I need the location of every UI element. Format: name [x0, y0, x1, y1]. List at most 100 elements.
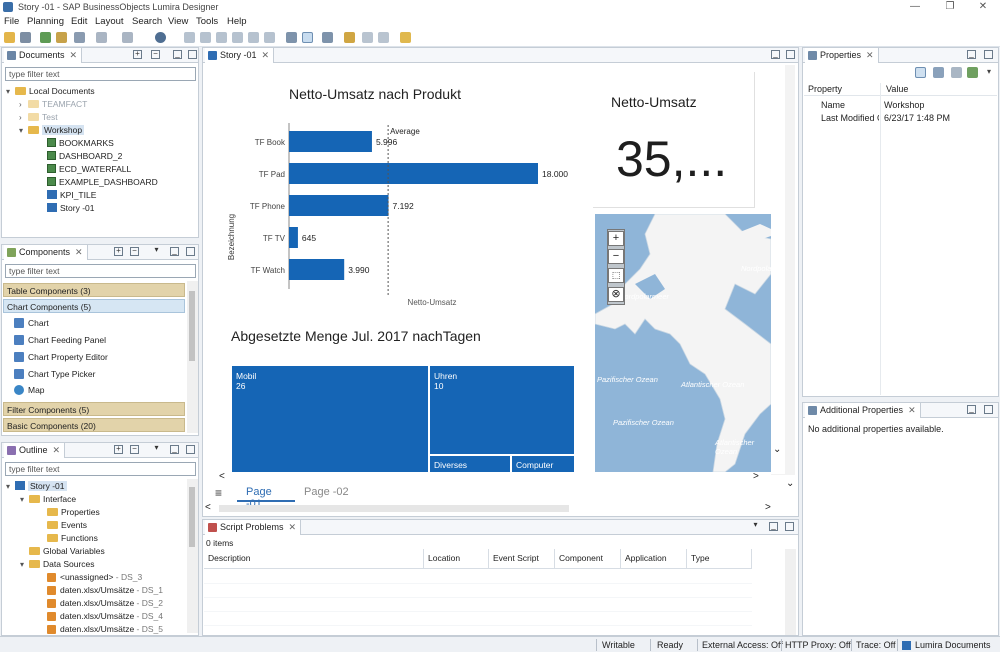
treemap-tile[interactable]: Uhren 10: [430, 366, 574, 454]
tree-doc-dashboard2[interactable]: DASHBOARD_2: [47, 150, 122, 162]
view-menu-icon[interactable]: ▾: [152, 444, 161, 454]
tree-folder-test[interactable]: › Test: [19, 111, 58, 123]
page-tab-02[interactable]: Page -02: [300, 484, 360, 502]
column-event-script[interactable]: Event Script: [489, 549, 555, 569]
components-scrollbar[interactable]: [187, 281, 198, 433]
group-chart-components[interactable]: Chart Components (5): [3, 299, 185, 313]
tab-additional-properties[interactable]: Additional Properties ✕: [805, 403, 921, 418]
scroll-right-icon[interactable]: >: [753, 471, 759, 482]
save-icon[interactable]: [20, 32, 31, 43]
outline-properties[interactable]: Properties: [47, 506, 100, 518]
scroll-right-icon[interactable]: >: [765, 502, 771, 513]
restore-default-icon[interactable]: [967, 67, 978, 78]
group-filter-components[interactable]: Filter Components (5): [3, 402, 185, 416]
status-lumira-documents[interactable]: Lumira Documents: [915, 640, 991, 650]
collapse-icon[interactable]: −: [130, 445, 139, 454]
treemap-tile[interactable]: Diverses: [430, 456, 510, 472]
maximize-view-icon[interactable]: [984, 405, 993, 414]
menu-tools[interactable]: Tools: [196, 16, 218, 27]
zoom-in-icon[interactable]: +: [608, 231, 624, 246]
menu-file[interactable]: File: [4, 16, 19, 27]
outline-scrollbar[interactable]: [187, 479, 198, 633]
component-chart-type-picker[interactable]: Chart Type Picker: [14, 369, 95, 379]
restore-icon[interactable]: ❐: [935, 0, 965, 14]
column-application[interactable]: Application: [621, 549, 687, 569]
bar[interactable]: [289, 163, 538, 184]
maximize-view-icon[interactable]: [186, 247, 195, 256]
bar[interactable]: [289, 227, 298, 248]
editor-h-scrollbar[interactable]: < >: [205, 502, 771, 515]
view-menu-icon[interactable]: ▾: [987, 67, 998, 78]
tab-properties[interactable]: Properties ✕: [805, 48, 879, 63]
minimize-view-icon[interactable]: _: [170, 247, 179, 256]
run-icon[interactable]: [155, 32, 166, 43]
data-icon[interactable]: [40, 32, 51, 43]
page-scroll-down-icon[interactable]: ⌄: [786, 478, 794, 489]
advanced-icon[interactable]: [933, 67, 944, 78]
group-basic-components[interactable]: Basic Components (20): [3, 418, 185, 432]
tab-story-01[interactable]: Story -01 ✕: [205, 48, 275, 63]
close-icon[interactable]: ✕: [968, 0, 998, 14]
filter-icon[interactable]: [951, 67, 962, 78]
maximize-view-icon[interactable]: [186, 445, 195, 454]
close-icon[interactable]: ✕: [866, 50, 874, 60]
column-type[interactable]: Type: [687, 549, 752, 569]
undo-icon[interactable]: [96, 32, 107, 43]
page-tab-01[interactable]: Page -01: [237, 484, 295, 510]
wand-icon[interactable]: [344, 32, 355, 43]
layout-icon[interactable]: [322, 32, 333, 43]
column-component[interactable]: Component: [555, 549, 621, 569]
outline-interface[interactable]: ▾ Interface: [20, 493, 76, 505]
grid-icon[interactable]: [302, 32, 313, 43]
tree-folder-workshop[interactable]: ▾ Workshop: [19, 124, 85, 136]
collapse-icon[interactable]: −: [130, 247, 139, 256]
outline-filter-input[interactable]: type filter text: [5, 462, 196, 476]
kpi-tile[interactable]: Netto-Umsatz 35,...: [593, 72, 755, 208]
view-menu-icon[interactable]: ▾: [152, 246, 161, 256]
link-icon[interactable]: −: [151, 50, 160, 59]
maximize-view-icon[interactable]: [984, 50, 993, 59]
align-middle-icon[interactable]: [248, 32, 259, 43]
property-name-value[interactable]: Workshop: [884, 100, 924, 110]
minimize-view-icon[interactable]: _: [769, 522, 778, 531]
tab-documents[interactable]: Documents ✕: [4, 48, 83, 63]
column-description[interactable]: Description: [204, 549, 424, 569]
minimize-view-icon[interactable]: _: [173, 50, 182, 59]
canvas-h-scrollbar[interactable]: < >: [205, 471, 771, 484]
outline-root[interactable]: ▾ Story -01: [6, 480, 67, 492]
tab-components[interactable]: Components ✕: [4, 245, 88, 260]
tree-local-documents[interactable]: ▾ Local Documents: [6, 85, 95, 97]
component-chart-feeding-panel[interactable]: Chart Feeding Panel: [14, 335, 106, 345]
menu-planning[interactable]: Planning: [27, 16, 64, 27]
redo-icon[interactable]: [122, 32, 133, 43]
close-icon[interactable]: ✕: [75, 247, 83, 257]
outline-ds-item[interactable]: daten.xlsx/Umsätze - DS_5: [47, 623, 163, 635]
outline-global-variables[interactable]: Global Variables: [29, 545, 105, 557]
close-icon[interactable]: ✕: [70, 50, 78, 60]
bar[interactable]: [289, 259, 345, 280]
bar[interactable]: [289, 195, 389, 216]
menu-view[interactable]: View: [168, 16, 188, 27]
hamburger-icon[interactable]: ≡: [215, 486, 222, 500]
close-icon[interactable]: ✕: [289, 522, 297, 532]
outline-ds-item[interactable]: daten.xlsx/Umsätze - DS_1: [47, 584, 163, 596]
view-menu-icon[interactable]: ▾: [751, 521, 760, 531]
maximize-view-icon[interactable]: [785, 522, 794, 531]
outline-ds-item[interactable]: daten.xlsx/Umsätze - DS_2: [47, 597, 163, 609]
components-filter-input[interactable]: type filter text: [5, 264, 196, 278]
component-chart-property-editor[interactable]: Chart Property Editor: [14, 352, 108, 362]
documents-filter-input[interactable]: type filter text: [5, 67, 196, 81]
tab-outline[interactable]: Outline ✕: [4, 443, 66, 458]
tree-doc-bookmarks[interactable]: BOOKMARKS: [47, 137, 114, 149]
tree-doc-kpi-tile[interactable]: KPI_TILE: [47, 189, 96, 201]
outline-ds-item[interactable]: daten.xlsx/Umsätze - DS_4: [47, 610, 163, 622]
open-icon[interactable]: [4, 32, 15, 43]
canvas-v-scrollbar[interactable]: ⌄: [771, 64, 785, 474]
categories-icon[interactable]: [915, 67, 926, 78]
maximize-view-icon[interactable]: [786, 50, 795, 59]
select-area-icon[interactable]: ⬚: [608, 268, 624, 283]
tree-doc-example-dashboard[interactable]: EXAMPLE_DASHBOARD: [47, 176, 158, 188]
menu-edit[interactable]: Edit: [71, 16, 87, 27]
treemap-tile[interactable]: Computer: [512, 456, 574, 472]
tree-doc-ecd-waterfall[interactable]: ECD_WATERFALL: [47, 163, 131, 175]
